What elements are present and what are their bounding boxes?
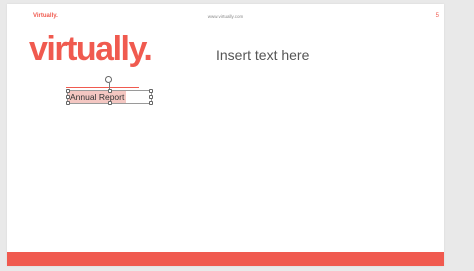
resize-handle-bottom-left[interactable] (66, 101, 70, 105)
resize-handle-right[interactable] (149, 95, 153, 99)
resize-handle-top-right[interactable] (149, 89, 153, 93)
resize-handle-bottom[interactable] (107, 101, 112, 105)
header-url-text: www.virtually.com (207, 14, 244, 19)
brand-title[interactable]: virtually. (29, 32, 153, 66)
resize-handle-top[interactable] (107, 89, 112, 93)
page-number: 5 (435, 13, 439, 19)
selected-textbox[interactable]: Annual Report (66, 76, 153, 105)
slide-canvas[interactable]: Virtually. www.virtually.com 5 virtually… (7, 4, 444, 266)
accent-underline (66, 87, 139, 88)
footer-accent-bar (7, 252, 444, 266)
resize-handle-left[interactable] (66, 95, 70, 99)
resize-handle-top-left[interactable] (66, 89, 70, 93)
rotate-handle-icon[interactable] (105, 76, 112, 83)
selected-textbox-text[interactable]: Annual Report (68, 91, 127, 103)
text-placeholder[interactable]: Insert text here (216, 47, 309, 63)
resize-handle-bottom-right[interactable] (149, 101, 153, 105)
